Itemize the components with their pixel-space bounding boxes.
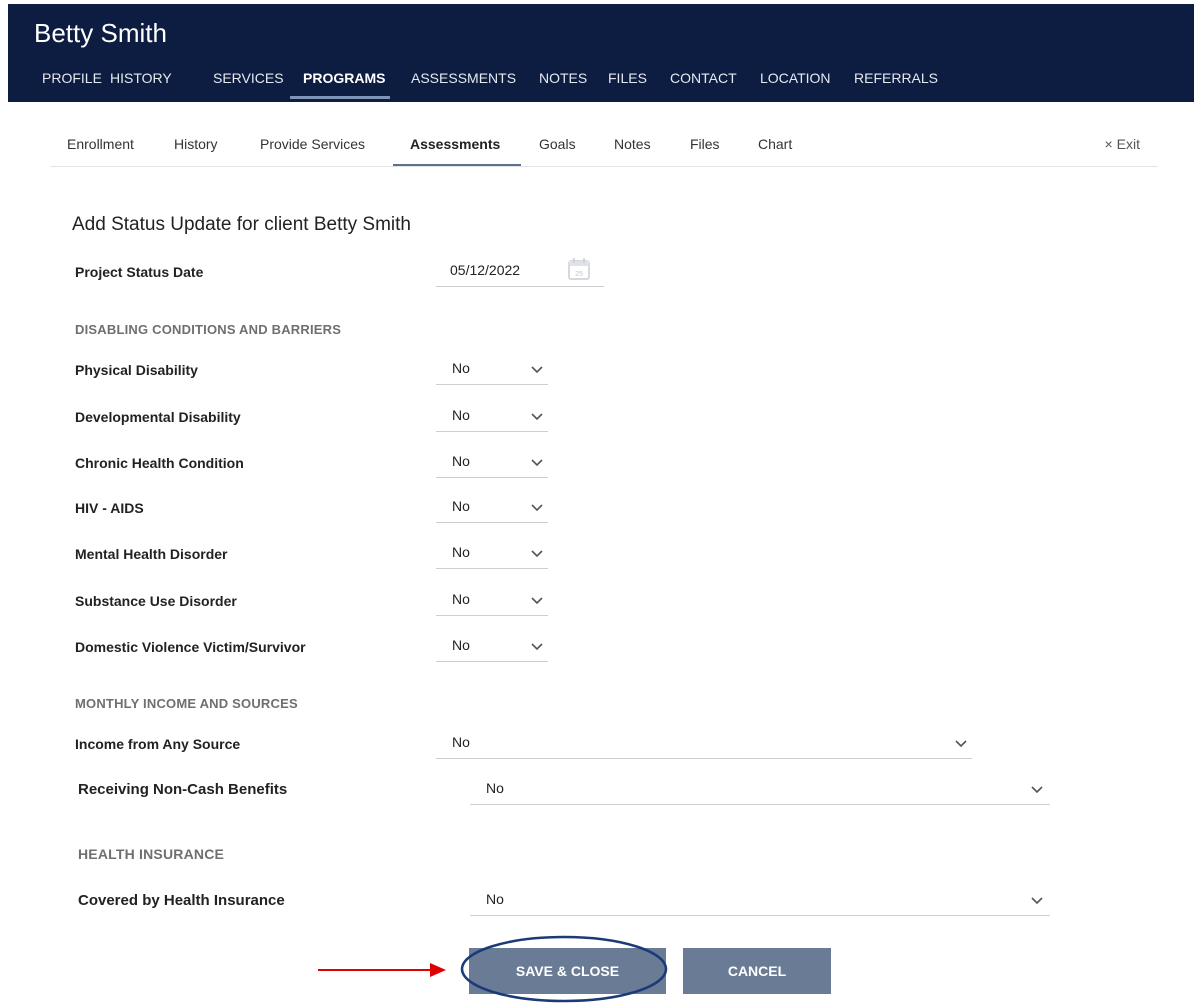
domestic-violence-select[interactable]: No [436,631,548,662]
chevron-down-icon [1031,897,1043,905]
section-monthly-income: MONTHLY INCOME AND SOURCES [75,696,298,711]
nav-history[interactable]: HISTORY [110,70,172,86]
chronic-health-condition-label: Chronic Health Condition [75,455,244,471]
cancel-button[interactable]: CANCEL [683,948,831,994]
non-cash-benefits-label: Receiving Non-Cash Benefits [78,781,288,798]
chevron-down-icon [531,643,543,651]
nav-profile[interactable]: PROFILE [42,70,102,86]
mental-health-disorder-label: Mental Health Disorder [75,546,228,562]
nav-location[interactable]: LOCATION [760,70,831,86]
nav-notes[interactable]: NOTES [539,70,587,86]
chronic-health-condition-select[interactable]: No [436,447,548,478]
project-status-date-label: Project Status Date [75,264,204,280]
tab-enrollment[interactable]: Enrollment [67,136,134,152]
chevron-down-icon [531,366,543,374]
client-header: Betty Smith PROFILE HISTORY SERVICES PRO… [8,4,1194,102]
exit-label: Exit [1116,136,1140,152]
nav-assessments[interactable]: ASSESSMENTS [411,70,516,86]
select-value: No [452,360,470,376]
nav-services[interactable]: SERVICES [213,70,284,86]
save-close-button[interactable]: SAVE & CLOSE [469,948,666,994]
client-name: Betty Smith [34,18,167,48]
health-insurance-select[interactable]: No [470,885,1050,916]
calendar-day-text: 25 [575,271,583,278]
mental-health-disorder-select[interactable]: No [436,538,548,569]
tab-notes[interactable]: Notes [614,136,651,152]
income-any-source-label: Income from Any Source [75,736,241,752]
nav-programs[interactable]: PROGRAMS [303,70,385,86]
physical-disability-select[interactable]: No [436,354,548,385]
health-insurance-label: Covered by Health Insurance [78,892,285,909]
tab-goals[interactable]: Goals [539,136,576,152]
nav-referrals[interactable]: REFERRALS [854,70,938,86]
select-value: No [486,891,504,907]
tab-files[interactable]: Files [690,136,720,152]
program-sub-tabs: Enrollment History Provide Services Asse… [50,126,1158,167]
tab-history[interactable]: History [174,136,218,152]
physical-disability-label: Physical Disability [75,362,198,378]
select-value: No [452,453,470,469]
tab-provide-services[interactable]: Provide Services [260,136,365,152]
hiv-aids-label: HIV - AIDS [75,500,144,516]
select-value: No [452,407,470,423]
tab-assessments[interactable]: Assessments [410,136,500,152]
nav-contact[interactable]: CONTACT [670,70,737,86]
form-title: Add Status Update for client Betty Smith [72,214,412,235]
active-tab-indicator [393,164,521,166]
active-nav-indicator [290,96,390,99]
project-status-date-field[interactable]: 05/12/2022 25 [436,256,604,287]
domestic-violence-label: Domestic Violence Victim/Survivor [75,639,306,655]
chevron-down-icon [531,504,543,512]
select-value: No [452,544,470,560]
hiv-aids-select[interactable]: No [436,492,548,523]
select-value: No [452,637,470,653]
select-value: No [452,591,470,607]
chevron-down-icon [531,597,543,605]
select-value: No [452,498,470,514]
chevron-down-icon [531,550,543,558]
section-disabling-conditions: DISABLING CONDITIONS AND BARRIERS [75,322,342,337]
tab-chart[interactable]: Chart [758,136,792,152]
chevron-down-icon [955,740,967,748]
chevron-down-icon [531,459,543,467]
income-any-source-select[interactable]: No [436,728,972,759]
select-value: No [486,780,504,796]
chevron-down-icon [531,413,543,421]
developmental-disability-select[interactable]: No [436,401,548,432]
substance-use-disorder-select[interactable]: No [436,585,548,616]
developmental-disability-label: Developmental Disability [75,409,241,425]
non-cash-benefits-select[interactable]: No [470,774,1050,805]
substance-use-disorder-label: Substance Use Disorder [75,593,237,609]
nav-files[interactable]: FILES [608,70,647,86]
select-value: No [452,734,470,750]
chevron-down-icon [1031,786,1043,794]
close-icon: × [1104,136,1113,152]
project-status-date-value: 05/12/2022 [450,262,521,278]
exit-button[interactable]: × Exit [1104,136,1140,152]
calendar-icon[interactable]: 25 [566,256,592,282]
pointer-arrow-icon [318,963,446,977]
section-health-insurance: HEALTH INSURANCE [78,846,225,862]
